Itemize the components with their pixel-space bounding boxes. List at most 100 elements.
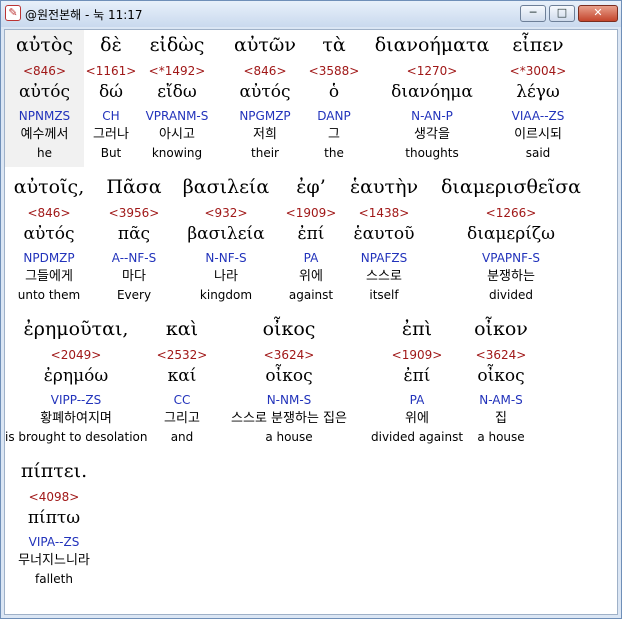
korean-gloss: 아시고 (159, 127, 195, 142)
word-column[interactable]: ἐρημοῦται, <2049> ἐρημόω VIPP--ZS 황폐하여지며… (5, 316, 148, 446)
lemma: αὐτός (19, 82, 70, 102)
parsing-code[interactable]: VIPP--ZS (5, 390, 147, 410)
strongs-number[interactable]: <1270> (366, 62, 498, 80)
parsing-code[interactable]: N-AM-S (467, 390, 535, 410)
strongs-number[interactable]: <846> (5, 204, 93, 222)
parsing-code[interactable]: VIPA--ZS (5, 532, 103, 552)
word-column[interactable]: δὲ <1161> δώ CH 그러나 But (84, 32, 138, 162)
strongs-number[interactable]: <2049> (5, 346, 147, 364)
lemma: διανόημα (391, 82, 473, 102)
app-icon[interactable]: ✎ (5, 5, 21, 21)
strongs-number[interactable]: <1266> (432, 204, 590, 222)
english-gloss: their (251, 146, 279, 160)
greek-word: οἶκον (474, 318, 528, 340)
parsing-code[interactable]: N-NM-S (217, 390, 361, 410)
english-gloss: said (525, 146, 551, 160)
parsing-code[interactable]: NPAFZS (341, 248, 427, 268)
english-gloss: knowing (151, 146, 203, 160)
korean-gloss: 저희 (253, 127, 277, 142)
strongs-number[interactable]: <1909> (371, 346, 463, 364)
parsing-code[interactable]: NPDMZP (5, 248, 93, 268)
word-column[interactable]: αὐτῶν <846> αὐτός NPGMZP 저희 their (227, 32, 303, 162)
lemma: ἐπί (297, 224, 325, 244)
greek-word: Πᾶσα (106, 176, 162, 198)
english-gloss: divided (488, 288, 533, 302)
parsing-code[interactable]: VPAPNF-S (432, 248, 590, 268)
lemma: οἶκος (477, 366, 525, 386)
lemma: πίπτω (27, 508, 81, 528)
lemma: οἶκος (265, 366, 313, 386)
parsing-code[interactable]: A--NF-S (101, 248, 167, 268)
word-column[interactable]: καὶ <2532> καί CC 그리고 and (151, 316, 213, 446)
word-column[interactable]: διαμερισθεῖσα <1266> διαμερίζω VPAPNF-S … (432, 174, 590, 304)
parsing-code[interactable]: N-AN-P (366, 106, 498, 126)
word-column[interactable]: αὐτὸς <846> αὐτός NPNMZS 예수께서 he (5, 32, 84, 162)
parsing-code[interactable]: CC (151, 390, 213, 410)
lemma: ἑαυτοῦ (353, 224, 415, 244)
lemma: αὐτός (239, 82, 291, 102)
lemma: καί (167, 366, 197, 386)
close-button[interactable]: ✕ (578, 5, 618, 22)
english-gloss: the (324, 146, 344, 160)
word-column[interactable]: Πᾶσα <3956> πᾶς A--NF-S 마다 Every (101, 174, 167, 304)
strongs-number[interactable]: <846> (227, 62, 303, 80)
maximize-button[interactable]: □ (549, 5, 575, 22)
word-column[interactable]: εἰδὼς <*1492> εἴδω VPRANM-S 아시고 knowing (138, 32, 216, 162)
strongs-number[interactable]: <3624> (467, 346, 535, 364)
strongs-number[interactable]: <1909> (280, 204, 342, 222)
korean-gloss: 무너지느니라 (18, 553, 90, 568)
greek-word: διαμερισθεῖσα (440, 176, 582, 198)
minimize-button[interactable]: ─ (520, 5, 546, 22)
korean-gloss: 예수께서 (20, 127, 69, 142)
parsing-code[interactable]: N-NF-S (171, 248, 281, 268)
word-column[interactable]: ἑαυτὴν <1438> ἑαυτοῦ NPAFZS 스스로 itself (341, 174, 427, 304)
greek-word: αὐτὸς (16, 34, 73, 56)
parsing-code[interactable]: VIAA--ZS (501, 106, 575, 126)
word-column[interactable]: ἐπὶ <1909> ἐπί PA 위에 divided against (371, 316, 463, 446)
english-gloss: thoughts (405, 146, 459, 160)
strongs-number[interactable]: <1438> (341, 204, 427, 222)
parsing-code[interactable]: PA (371, 390, 463, 410)
word-column[interactable]: οἶκον <3624> οἶκος N-AM-S 집 a house (467, 316, 535, 446)
greek-word: ἐρημοῦται, (23, 318, 129, 340)
strongs-number[interactable]: <932> (171, 204, 281, 222)
parsing-code[interactable]: PA (280, 248, 342, 268)
parsing-code[interactable]: NPGMZP (227, 106, 303, 126)
strongs-number[interactable]: <4098> (5, 488, 103, 506)
greek-word: ἑαυτὴν (349, 176, 419, 198)
strongs-number[interactable]: <*1492> (138, 62, 216, 80)
strongs-number[interactable]: <*3004> (501, 62, 575, 80)
korean-gloss: 생각을 (414, 127, 450, 142)
word-column[interactable]: βασιλεία <932> βασιλεία N-NF-S 나라 kingdo… (171, 174, 281, 304)
title-bar[interactable]: ✎ @원전본해 - 눅 11:17 ─ □ ✕ (1, 1, 621, 27)
parsing-code[interactable]: VPRANM-S (138, 106, 216, 126)
word-column[interactable]: τὰ <3588> ὁ DANP 그 the (305, 32, 363, 162)
word-column[interactable]: εἶπεν <*3004> λέγω VIAA--ZS 이르시되 said (501, 32, 575, 162)
strongs-number[interactable]: <3624> (217, 346, 361, 364)
parsing-code[interactable]: NPNMZS (5, 106, 84, 126)
parsing-code[interactable]: DANP (305, 106, 363, 126)
app-window: ✎ @원전본해 - 눅 11:17 ─ □ ✕ αὐτὸς <846> αὐτό… (0, 0, 622, 619)
strongs-number[interactable]: <3588> (305, 62, 363, 80)
korean-gloss: 그리고 (164, 411, 200, 426)
parsing-code[interactable]: CH (84, 106, 138, 126)
interlinear-panel: αὐτὸς <846> αὐτός NPNMZS 예수께서 he δὲ <116… (4, 29, 618, 615)
word-column[interactable]: οἶκος <3624> οἶκος N-NM-S 스스로 분쟁하는 집은 a … (217, 316, 361, 446)
greek-word: πίπτει. (20, 460, 88, 482)
word-column[interactable]: ἐφ’ <1909> ἐπί PA 위에 against (280, 174, 342, 304)
korean-gloss: 집 (495, 411, 507, 426)
word-column[interactable]: διανοήματα <1270> διανόημα N-AN-P 생각을 th… (366, 32, 498, 162)
greek-word: εἰδὼς (149, 34, 205, 56)
word-column[interactable]: αὐτοῖς, <846> αὐτός NPDMZP 그들에게 unto the… (5, 174, 93, 304)
greek-word: βασιλεία (182, 176, 270, 198)
strongs-number[interactable]: <1161> (84, 62, 138, 80)
strongs-number[interactable]: <3956> (101, 204, 167, 222)
word-column[interactable]: πίπτει. <4098> πίπτω VIPA--ZS 무너지느니라 fal… (5, 458, 103, 588)
lemma: αὐτός (23, 224, 75, 244)
strongs-number[interactable]: <846> (5, 62, 84, 80)
strongs-number[interactable]: <2532> (151, 346, 213, 364)
korean-gloss: 나라 (214, 269, 238, 284)
greek-word: αὐτῶν (234, 34, 296, 56)
greek-word: δὲ (100, 34, 122, 56)
english-gloss: But (100, 146, 122, 160)
